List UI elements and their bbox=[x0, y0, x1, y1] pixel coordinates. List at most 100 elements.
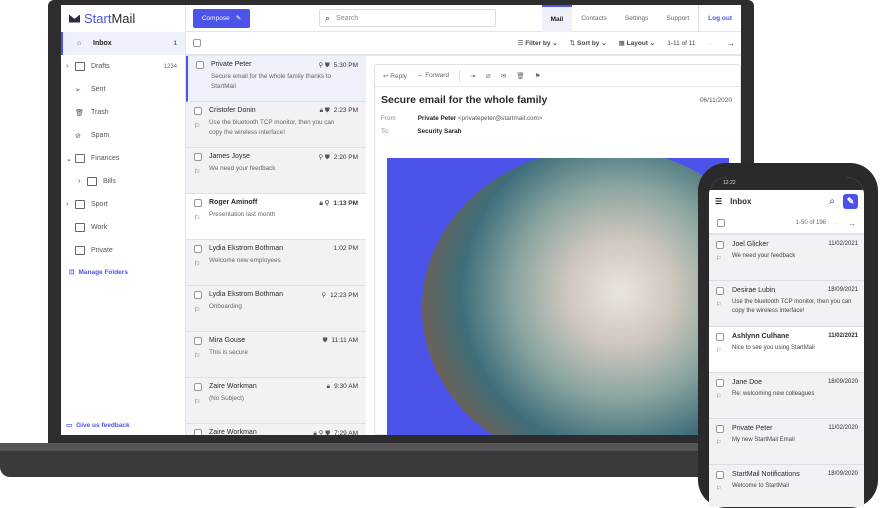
email-row[interactable]: ⚐ Lydia Ekstrom Bothman ⚲ 12:23 PM Onboar… bbox=[186, 286, 366, 332]
sidebar-item-sport[interactable]: › Sport bbox=[61, 193, 185, 216]
email-row[interactable]: ⚐ Roger Aminoff 🔒︎ ⚲ 1:13 PM Presentation… bbox=[186, 194, 366, 240]
expand-caret-icon[interactable]: › bbox=[66, 201, 68, 208]
search-input[interactable]: ⌕ Search bbox=[319, 9, 496, 27]
email-row[interactable]: ⚐ Mira Gouse ⛊ 11:11 AM This is secure bbox=[186, 332, 366, 378]
flag-icon[interactable]: ⚐ bbox=[194, 306, 200, 314]
email-checkbox[interactable] bbox=[716, 379, 724, 387]
folder-icon bbox=[75, 154, 85, 163]
flag-icon[interactable]: ⚐ bbox=[194, 352, 200, 360]
sidebar-item-trash[interactable]: 🗑︎ Trash bbox=[61, 101, 185, 124]
phone-email-row[interactable]: ⚐ Desirae Lubin 18/09/2021 Use the bluet… bbox=[709, 281, 864, 327]
flag-icon[interactable]: ⚐ bbox=[716, 485, 721, 492]
flag-icon[interactable]: ⚐ bbox=[194, 260, 200, 268]
flag-icon[interactable]: ⚐ bbox=[716, 439, 721, 446]
phone-header: ☰ Inbox ⌕ ✎ bbox=[709, 190, 864, 213]
layout-button[interactable]: ▦ Layout ⌄ bbox=[619, 39, 656, 47]
email-subject: Secure email for the whole family bbox=[381, 94, 548, 106]
email-checkbox[interactable] bbox=[194, 291, 202, 299]
flag-icon[interactable]: ⚑ bbox=[535, 72, 541, 80]
sidebar-item-bills[interactable]: › Bills bbox=[61, 170, 185, 193]
compose-button[interactable]: Compose ✎ bbox=[193, 8, 250, 28]
email-checkbox[interactable] bbox=[194, 429, 202, 435]
email-checkbox[interactable] bbox=[194, 199, 202, 207]
email-checkbox[interactable] bbox=[194, 337, 202, 345]
spam-icon[interactable]: ⊘ bbox=[486, 72, 491, 80]
flag-icon[interactable]: ⚐ bbox=[194, 122, 200, 130]
expand-caret-icon[interactable]: › bbox=[66, 63, 68, 70]
forward-button[interactable]: ⇔ Forward bbox=[417, 72, 449, 79]
email-preview: This is secure bbox=[209, 349, 248, 356]
sidebar-item-drafts[interactable]: › Drafts 1234 bbox=[61, 55, 185, 78]
email-row[interactable]: ⚐ Cristofer Donin 🔒︎ ⛊ 2:23 PM Use the bl… bbox=[186, 102, 366, 148]
move-icon[interactable]: ⇥ bbox=[470, 72, 475, 80]
logout-link[interactable]: Log out bbox=[698, 5, 741, 32]
phone-email-row[interactable]: ⚐ Ashlynn Culhane 11/02/2021 Nice to see… bbox=[709, 327, 864, 373]
laptop-screen: Start Mail ⌂ Inbox 1 › Drafts 1234 ➢ Sent… bbox=[61, 5, 741, 435]
email-time: 5:30 PM bbox=[333, 62, 358, 69]
prev-page-icon[interactable]: ← bbox=[708, 40, 715, 47]
sidebar-item-work[interactable]: Work bbox=[61, 216, 185, 239]
email-checkbox[interactable] bbox=[716, 241, 724, 249]
email-row[interactable]: ⚐ Zaire Workman 🔒︎ ⚲ ⛊7:29 AM bbox=[186, 424, 366, 435]
email-checkbox[interactable] bbox=[194, 153, 202, 161]
flag-icon[interactable]: ⚐ bbox=[716, 255, 721, 262]
email-date: 11/02/2020 bbox=[828, 425, 858, 431]
prev-page-icon[interactable]: ← bbox=[834, 220, 840, 226]
feedback-link[interactable]: ▭ Give us feedback bbox=[66, 421, 130, 430]
select-all-checkbox[interactable] bbox=[717, 219, 725, 227]
mark-unread-icon[interactable]: ✉ bbox=[501, 72, 506, 80]
phone-email-row[interactable]: ⚐ StartMail Notifications 18/09/2020 Wel… bbox=[709, 465, 864, 507]
expand-caret-icon[interactable]: › bbox=[78, 178, 80, 185]
email-row[interactable]: ⚐ James Joyse ⚲ ⛊ 2:20 PM We need your fe… bbox=[186, 148, 366, 194]
nav-contacts[interactable]: Contacts bbox=[572, 5, 616, 32]
phone-email-row[interactable]: ⚐ Private Peter 11/02/2020 My new StartM… bbox=[709, 419, 864, 465]
next-page-icon[interactable]: → bbox=[848, 219, 856, 228]
status-icons: ⚲ ⛊ bbox=[318, 154, 330, 161]
nav-settings[interactable]: Settings bbox=[616, 5, 658, 32]
sidebar-item-private[interactable]: Private bbox=[61, 239, 185, 262]
email-checkbox[interactable] bbox=[716, 425, 724, 433]
search-icon[interactable]: ⌕ bbox=[829, 196, 835, 207]
sidebar-item-sent[interactable]: ➢ Sent bbox=[61, 78, 185, 101]
sidebar-item-inbox[interactable]: ⌂ Inbox 1 bbox=[61, 32, 185, 55]
flag-icon[interactable]: ⚐ bbox=[716, 393, 721, 400]
phone-email-row[interactable]: ⚐ Jane Doe 18/09/2020 Re: welcoming new … bbox=[709, 373, 864, 419]
email-checkbox[interactable] bbox=[716, 471, 724, 479]
email-row[interactable]: Private Peter ⚲ ⛊ 5:30 PM Secure email fo… bbox=[186, 56, 366, 102]
reply-button[interactable]: ↩ Reply bbox=[383, 72, 407, 80]
menu-icon[interactable]: ☰ bbox=[715, 197, 722, 206]
flag-icon[interactable]: ⚐ bbox=[194, 214, 200, 222]
email-checkbox[interactable] bbox=[716, 287, 724, 295]
email-checkbox[interactable] bbox=[194, 245, 202, 253]
flag-icon[interactable]: ⚐ bbox=[716, 301, 721, 308]
flag-icon[interactable]: ⚐ bbox=[194, 398, 200, 406]
select-all-checkbox[interactable] bbox=[193, 39, 201, 47]
email-row[interactable]: ⚐ Lydia Ekstrom Bothman 1:02 PM Welcome … bbox=[186, 240, 366, 286]
trash-icon[interactable]: 🗑︎ bbox=[516, 72, 524, 80]
trash-icon: 🗑︎ bbox=[75, 109, 84, 117]
sidebar-item-spam[interactable]: ⊘ Spam bbox=[61, 124, 185, 147]
expand-caret-icon[interactable]: ⌄ bbox=[66, 155, 72, 163]
next-page-icon[interactable]: → bbox=[726, 38, 735, 48]
nav-support[interactable]: Support bbox=[657, 5, 698, 32]
filter-button[interactable]: ☰ Filter by ⌄ bbox=[518, 39, 558, 47]
email-checkbox[interactable] bbox=[196, 61, 204, 69]
folder-label: Sent bbox=[91, 86, 106, 93]
manage-folders-link[interactable]: ⊡ Manage Folders bbox=[61, 262, 185, 282]
logo[interactable]: Start Mail bbox=[61, 5, 185, 32]
folder-list: ⌂ Inbox 1 › Drafts 1234 ➢ Sent 🗑︎ Trash … bbox=[61, 32, 185, 262]
sort-button[interactable]: ⇅ Sort by ⌄ bbox=[570, 39, 607, 47]
folder-label: Private bbox=[91, 247, 113, 254]
email-checkbox[interactable] bbox=[716, 333, 724, 341]
phone-email-row[interactable]: ⚐ Joel Glicker 11/02/2021 We need your f… bbox=[709, 235, 864, 281]
sidebar-item-finances[interactable]: ⌄ Finances bbox=[61, 147, 185, 170]
nav-mail[interactable]: Mail bbox=[541, 5, 573, 32]
flag-icon[interactable]: ⚐ bbox=[194, 168, 200, 176]
flag-icon[interactable]: ⚐ bbox=[716, 347, 721, 354]
compose-icon[interactable]: ✎ bbox=[843, 194, 858, 209]
email-checkbox[interactable] bbox=[194, 107, 202, 115]
sent-icon: ➢ bbox=[75, 86, 81, 94]
email-checkbox[interactable] bbox=[194, 383, 202, 391]
email-preview: Onboarding bbox=[209, 303, 242, 310]
email-row[interactable]: ⚐ Zaire Workman 🔒︎ 9:30 AM (No Subject) bbox=[186, 378, 366, 424]
